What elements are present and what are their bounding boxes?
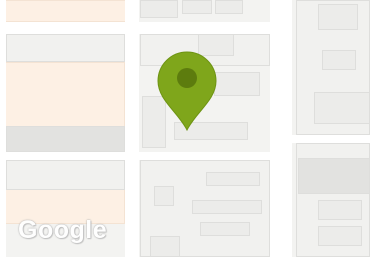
- building: [154, 186, 174, 206]
- building: [318, 4, 358, 30]
- building: [150, 236, 180, 257]
- building: [314, 92, 370, 124]
- building: [182, 0, 212, 14]
- google-logo[interactable]: Google: [18, 218, 107, 243]
- building: [192, 200, 262, 214]
- road: [292, 135, 370, 143]
- road: [125, 0, 139, 257]
- building: [322, 50, 356, 70]
- building: [206, 172, 260, 186]
- pin-dot: [177, 68, 197, 88]
- building: [6, 160, 125, 190]
- map-pin-icon[interactable]: [156, 50, 218, 132]
- pin-body: [157, 51, 217, 132]
- road: [0, 22, 290, 34]
- building: [140, 0, 178, 18]
- road: [270, 0, 292, 257]
- highlight-area: [0, 0, 130, 22]
- building: [6, 126, 125, 152]
- building: [6, 34, 125, 62]
- building: [298, 158, 370, 194]
- building: [200, 222, 250, 236]
- building: [318, 200, 362, 220]
- building: [215, 0, 243, 14]
- building: [214, 72, 260, 96]
- building: [318, 226, 362, 246]
- map-canvas[interactable]: Google: [0, 0, 370, 257]
